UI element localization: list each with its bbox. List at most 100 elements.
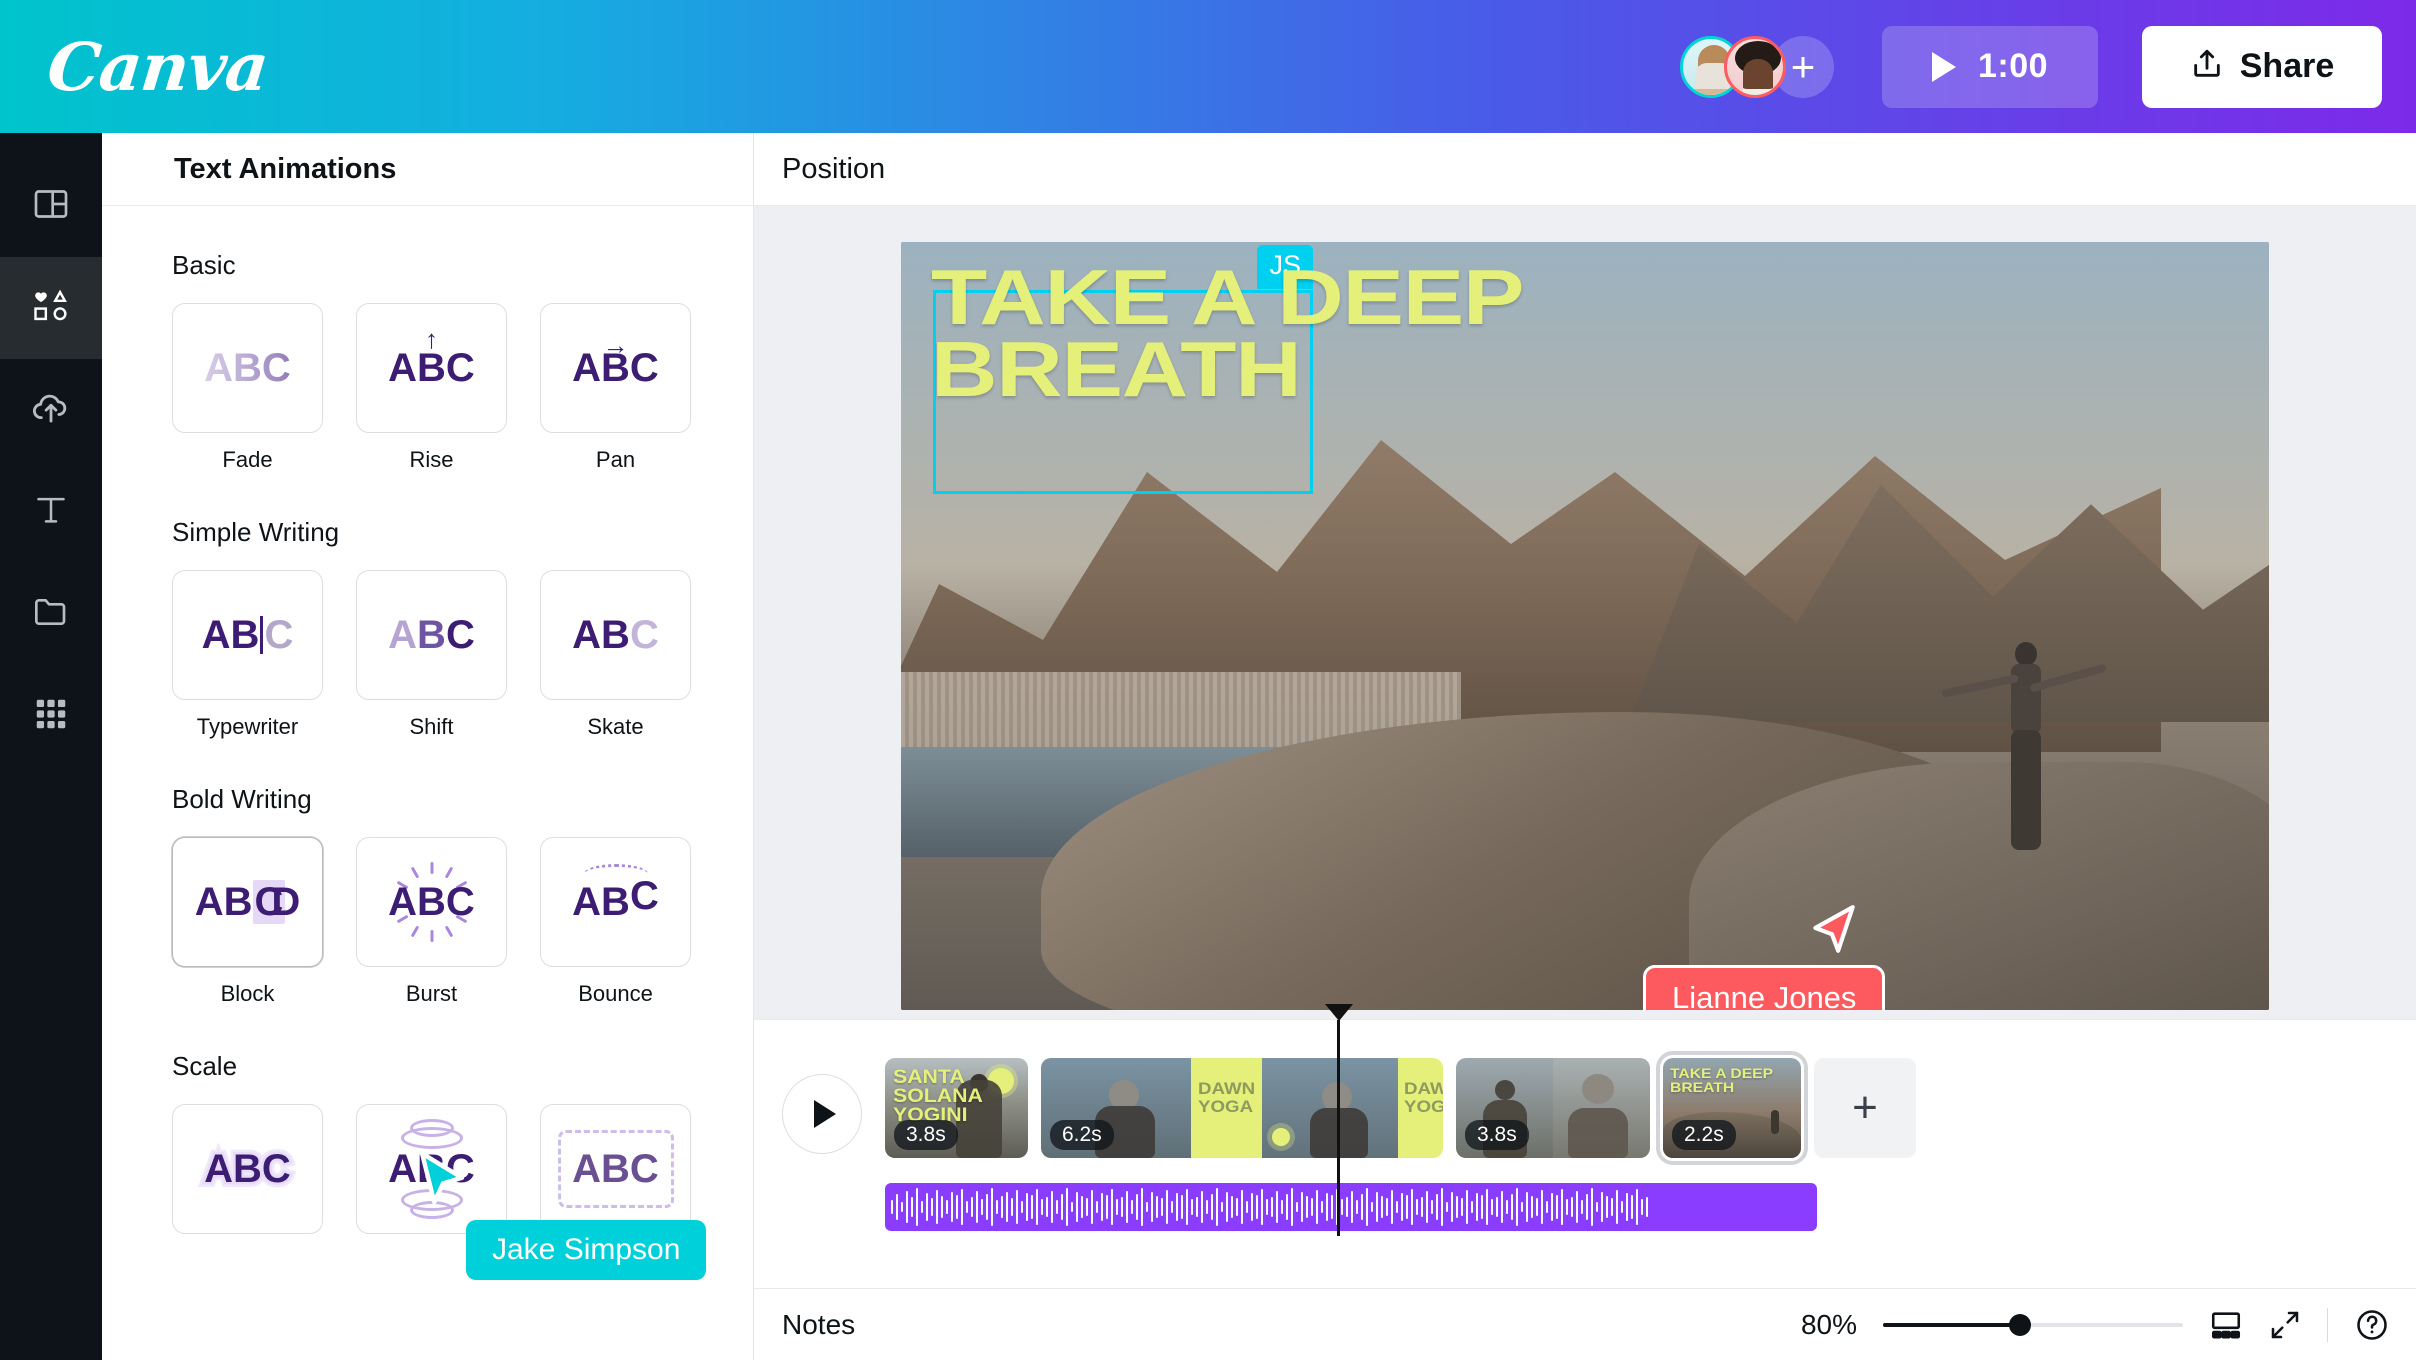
hero-text[interactable]: TAKE A DEEP BREATH (931, 253, 1524, 413)
animation-preview-scale-2[interactable]: ABC (356, 1104, 507, 1234)
animation-preview-burst[interactable]: ABC (356, 837, 507, 967)
timeline-clip[interactable]: 3.8s (1456, 1058, 1650, 1158)
remote-cursor-label-lianne: Lianne Jones (1643, 965, 1886, 1010)
zoom-slider-knob[interactable] (2009, 1313, 2031, 1336)
share-button[interactable]: Share (2142, 25, 2382, 108)
duration-label: 1:00 (1977, 47, 2049, 85)
clip-frame: DAWNYOGA (1398, 1058, 1443, 1158)
animation-option-block[interactable]: ABCD Block (172, 837, 323, 1007)
animation-preview-fade[interactable]: ABC (172, 303, 323, 433)
help-circle-icon[interactable] (2354, 1307, 2390, 1343)
abc-preview: ABCD (194, 879, 301, 924)
bottom-bar-right: 80% (1801, 1307, 2390, 1343)
hero-text-line-2: BREATH (931, 324, 1302, 413)
clip-overlay-text: DAWNYOGA (1198, 1079, 1256, 1116)
animation-preview-bounce[interactable]: ABC (540, 837, 691, 967)
clip-frame (1553, 1058, 1650, 1158)
group-title-scale: Scale (172, 1051, 238, 1081)
canvas-area: JS TAKE A DEEP BREATH Lianne Jones (754, 206, 2416, 1019)
animation-label: Rise (409, 447, 454, 472)
share-label: Share (2239, 47, 2335, 85)
app-header: Canva + 1:00 Share (0, 0, 2416, 133)
animation-option-burst[interactable]: ABC Burst (356, 837, 507, 1007)
animation-option-scale-2[interactable]: ABC (356, 1104, 507, 1234)
grid-view-icon[interactable] (2209, 1308, 2243, 1342)
animation-option-shift[interactable]: ABC Shift (356, 570, 507, 740)
abc-preview: ABC (201, 612, 294, 657)
animation-option-scale-3[interactable]: ABC (540, 1104, 691, 1234)
zoom-slider[interactable] (1883, 1313, 2183, 1336)
shapes-icon (30, 285, 72, 332)
timeline-play-button[interactable] (782, 1074, 862, 1154)
avatar[interactable] (1724, 35, 1786, 98)
sidebar-item-uploads[interactable] (0, 359, 102, 461)
animation-option-fade[interactable]: ABC Fade (172, 303, 323, 473)
clip-duration: 3.8s (894, 1120, 958, 1150)
animation-preview-pan[interactable]: → ABC (540, 303, 691, 433)
canva-logo[interactable]: Canva (44, 28, 272, 106)
hero-text-line-1: TAKE A DEEP (931, 253, 1524, 341)
add-page-button[interactable]: + (1814, 1058, 1916, 1158)
group-title-basic: Basic (172, 250, 236, 280)
animation-option-typewriter[interactable]: AB C Typewriter (172, 570, 323, 740)
animation-preview-scale-3[interactable]: ABC (540, 1104, 691, 1234)
figure-body (1568, 1108, 1628, 1158)
animation-option-pan[interactable]: → ABC Pan (540, 303, 691, 473)
grid-apps-icon (32, 695, 70, 738)
animation-label: Skate (587, 714, 644, 739)
animation-label: Shift (409, 714, 454, 739)
audio-waveform (885, 1183, 1817, 1231)
clip-duration: 6.2s (1050, 1120, 1114, 1150)
play-icon (1931, 51, 1956, 82)
animation-label: Fade (222, 447, 273, 472)
artboard[interactable]: JS TAKE A DEEP BREATH Lianne Jones (901, 242, 2269, 1010)
panel-body: Basic ABC Fade ↑ ABC Rise → ABC Pan Simp… (102, 250, 753, 1234)
sidebar-item-apps[interactable] (0, 665, 102, 767)
figure-head (1582, 1074, 1614, 1104)
playhead-marker[interactable] (1325, 1004, 1353, 1021)
zoom-percent-label: 80% (1800, 1308, 1857, 1340)
timeline-clip[interactable]: TAKE A DEEP BREATH 2.2s (1656, 1051, 1808, 1165)
tile-row-bold-writing: ABCD Block ABC Burst ABC Bounce (172, 837, 715, 1007)
abc-preview: ABC (388, 612, 475, 657)
timeline-clips: SANTA SOLANA YOGINI 3.8s DAWN YOGA DA YO… (885, 1051, 1916, 1165)
audio-track[interactable] (885, 1183, 1817, 1231)
abc-preview: ABC (572, 873, 659, 924)
abc-preview: ABC (388, 1146, 475, 1191)
animation-option-bounce[interactable]: ABC Bounce (540, 837, 691, 1007)
animation-preview-rise[interactable]: ↑ ABC (356, 303, 507, 433)
position-toolbar: Position (754, 133, 2416, 206)
animation-option-skate[interactable]: ABC Skate (540, 570, 691, 740)
expand-icon[interactable] (2269, 1309, 2301, 1341)
position-tab[interactable]: Position (782, 153, 885, 186)
sparkle-icon (1272, 1128, 1290, 1146)
animation-preview-typewriter[interactable]: AB C (172, 570, 323, 700)
remote-cursor-lianne (1809, 903, 1859, 962)
zoom-slider-fill (1883, 1322, 2019, 1327)
preview-play-button[interactable]: 1:00 (1882, 25, 2098, 108)
sidebar-item-projects[interactable] (0, 563, 102, 665)
animation-preview-scale-1[interactable]: ABC ABC ABC (172, 1104, 323, 1234)
notes-button[interactable]: Notes (782, 1309, 855, 1341)
clip-overlay-text: SANTA SOLANA YOGINI (893, 1067, 983, 1126)
clip-duration: 2.2s (1672, 1120, 1736, 1150)
animation-option-scale-1[interactable]: ABC ABC ABC (172, 1104, 323, 1234)
timeline-clip[interactable]: SANTA SOLANA YOGINI 3.8s (885, 1058, 1028, 1158)
play-icon (814, 1100, 836, 1128)
panel-title: Text Animations (174, 152, 397, 185)
collaborator-avatars: + (1680, 35, 1834, 98)
abc-preview: ABC (572, 345, 659, 390)
sidebar-item-elements[interactable] (0, 257, 102, 359)
timeline-clip[interactable]: DAWNYOGA DAWNYOGA 6.2s (1041, 1058, 1443, 1158)
animation-label: Block (220, 981, 275, 1006)
abc-preview: ABC (388, 345, 475, 390)
figure-head (1495, 1080, 1515, 1100)
sidebar-item-design[interactable] (0, 155, 102, 257)
clip-overlay-text: DAWNYOGA (1404, 1079, 1443, 1116)
sidebar-item-text[interactable] (0, 461, 102, 563)
animation-preview-skate[interactable]: ABC (540, 570, 691, 700)
animation-preview-shift[interactable]: ABC (356, 570, 507, 700)
animation-preview-block[interactable]: ABCD (172, 837, 323, 967)
animation-option-rise[interactable]: ↑ ABC Rise (356, 303, 507, 473)
cloud-upload-icon (30, 387, 72, 434)
